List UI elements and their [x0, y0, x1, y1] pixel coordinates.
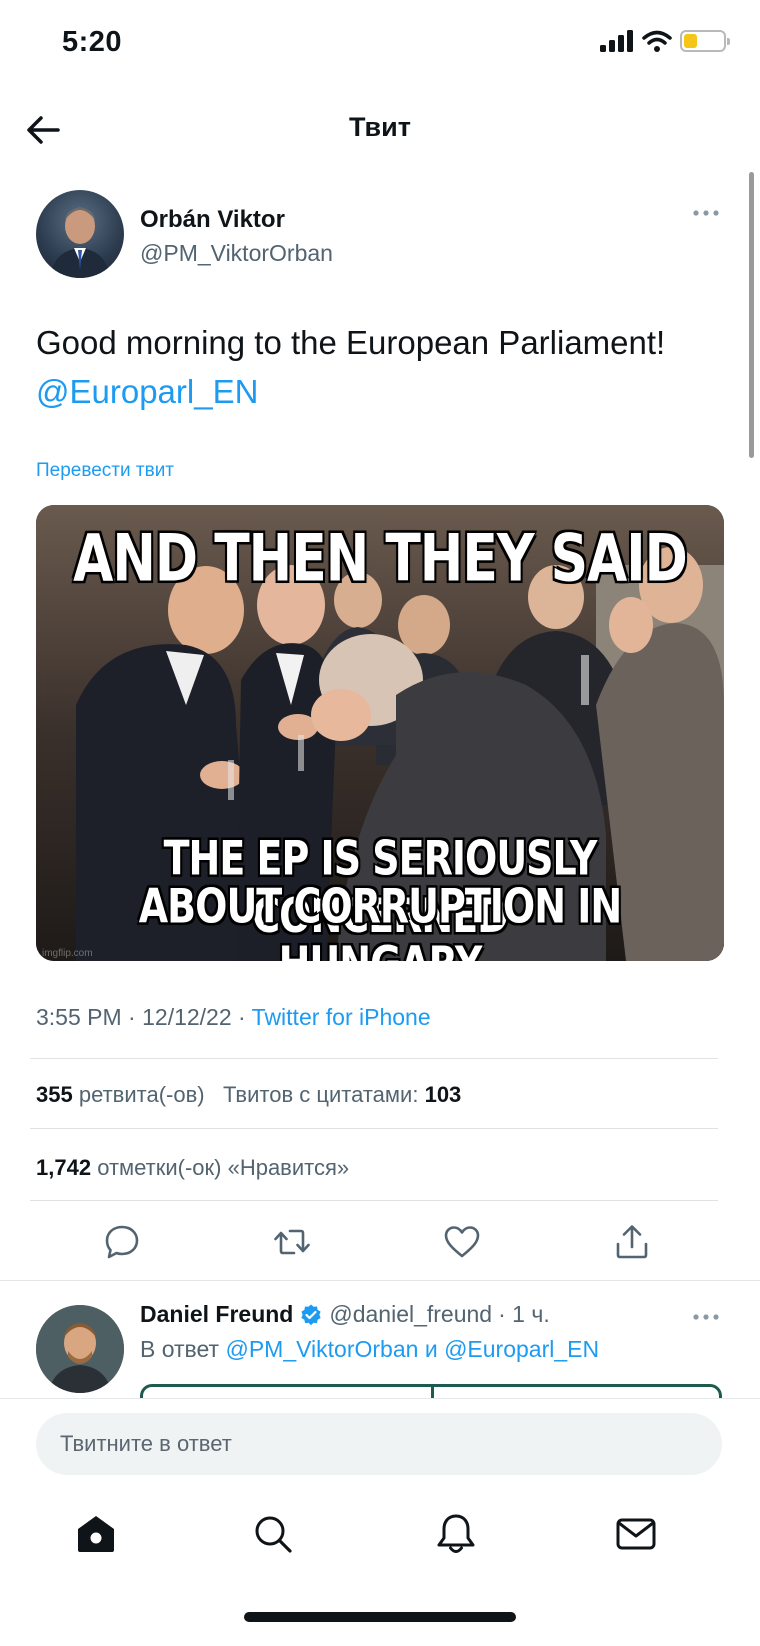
retweet-icon[interactable] — [272, 1222, 312, 1262]
status-icons — [600, 30, 730, 52]
tweet-source-link[interactable]: Twitter for iPhone — [252, 1004, 431, 1030]
retweets-label: ретвита(-ов) — [78, 1082, 205, 1107]
reply-to-user-link[interactable]: @PM_ViktorOrban — [225, 1336, 418, 1362]
tweet-time: 3:55 PM — [36, 1004, 122, 1030]
reply-to-prefix: В ответ — [140, 1336, 220, 1362]
verified-badge-icon — [301, 1304, 321, 1325]
likes-label: отметки(-ок) «Нравится» — [97, 1155, 350, 1180]
reply-author-handle[interactable]: @daniel_freund — [329, 1301, 492, 1328]
status-time: 5:20 — [62, 26, 123, 58]
image-watermark: imgflip.com — [42, 948, 93, 959]
author-handle[interactable]: @PM_ViktorOrban — [140, 240, 333, 267]
divider — [30, 1058, 718, 1059]
wifi-icon — [642, 30, 672, 52]
tweet-timestamp: 3:55 PM · 12/12/22 · Twitter for iPhone — [36, 1004, 431, 1030]
battery-icon — [680, 30, 730, 52]
divider — [30, 1200, 718, 1201]
tweet-body: Good morning to the European Parliament! — [36, 324, 666, 361]
quotes-count: 103 — [424, 1082, 462, 1107]
reply-icon[interactable] — [102, 1222, 142, 1262]
likes-stats[interactable]: 1,742 отметки(-ок) «Нравится» — [36, 1155, 349, 1181]
tweet-text: Good morning to the European Parliament!… — [36, 318, 696, 416]
reply-to-line: В ответ @PM_ViktorOrban и @Europarl_EN — [140, 1336, 599, 1363]
page-title: Твит — [349, 112, 411, 142]
cellular-signal-icon — [600, 30, 633, 52]
tweet-image[interactable]: AND THEN THEY SAID THE EP IS SERIOUSLY C… — [36, 505, 724, 961]
reply-to-conjunction: и — [424, 1336, 438, 1362]
meme-caption-bottom-line2: ABOUT CORRUPTION IN HUNGARY — [138, 878, 623, 962]
tweet-date: 12/12/22 — [142, 1004, 232, 1030]
reply-author-name[interactable]: Daniel Freund — [140, 1301, 293, 1328]
reply-to-user-link[interactable]: @Europarl_EN — [444, 1336, 599, 1362]
scrollbar[interactable] — [749, 172, 754, 458]
section-divider — [0, 1280, 760, 1281]
author-name[interactable]: Orbán Viktor — [140, 206, 285, 234]
home-icon[interactable] — [72, 1510, 120, 1558]
reply-more-options-icon[interactable] — [692, 1312, 720, 1322]
like-icon[interactable] — [442, 1222, 482, 1262]
tweet-mention-link[interactable]: @Europarl_EN — [36, 373, 258, 410]
notifications-icon[interactable] — [432, 1510, 480, 1558]
search-icon[interactable] — [249, 1510, 297, 1558]
messages-icon[interactable] — [612, 1510, 660, 1558]
reply-time: · 1 ч. — [498, 1301, 550, 1327]
meme-caption-top: AND THEN THEY SAID — [72, 520, 689, 598]
retweet-stats[interactable]: 355 ретвита(-ов) Твитов с цитатами: 103 — [36, 1082, 461, 1108]
reply-input[interactable] — [36, 1413, 722, 1475]
quotes-label: Твитов с цитатами: — [222, 1082, 419, 1107]
reply-header: Daniel Freund @daniel_freund · 1 ч. — [140, 1301, 550, 1328]
divider — [30, 1128, 718, 1129]
author-avatar[interactable] — [36, 190, 124, 278]
likes-count: 1,742 — [36, 1155, 92, 1180]
share-icon[interactable] — [612, 1222, 652, 1262]
home-indicator[interactable] — [244, 1612, 516, 1622]
more-options-icon[interactable] — [692, 208, 720, 218]
retweets-count: 355 — [36, 1082, 73, 1107]
reply-author-avatar[interactable] — [36, 1305, 124, 1393]
translate-tweet-link[interactable]: Перевести твит — [36, 460, 174, 482]
reply-media-preview[interactable] — [140, 1384, 722, 1401]
